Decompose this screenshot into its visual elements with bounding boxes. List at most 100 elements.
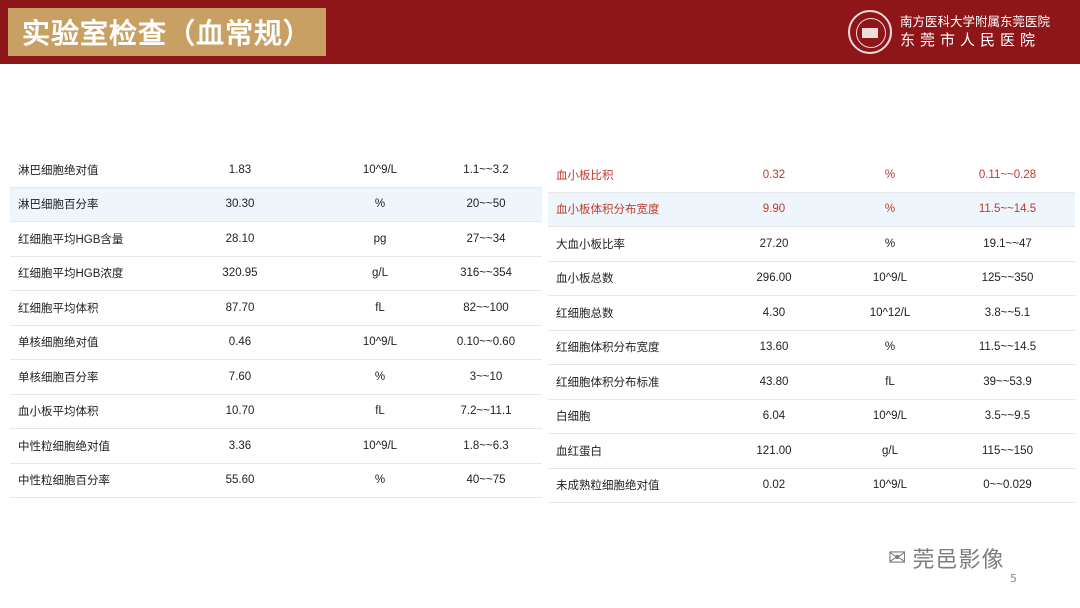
- test-range: 316~~354: [430, 256, 542, 291]
- test-range: 1.8~~6.3: [430, 428, 542, 464]
- test-value: 9.90: [708, 192, 840, 227]
- hospital-name-block: 南方医科大学附属东莞医院 东莞市人民医院: [900, 14, 1050, 50]
- test-range: 82~~100: [430, 290, 542, 326]
- test-value: 320.95: [150, 256, 330, 291]
- test-value: 0.02: [708, 468, 840, 503]
- test-name: 单核细胞百分率: [10, 359, 150, 395]
- test-range: 0.10~~0.60: [430, 325, 542, 360]
- table-row: 红细胞总数 4.30 10^12/L 3.8~~5.1: [548, 295, 1075, 331]
- test-range: 11.5~~14.5: [940, 330, 1075, 365]
- test-value: 1.83: [150, 153, 330, 188]
- test-range: 3.5~~9.5: [940, 399, 1075, 434]
- table-row: 大血小板比率 27.20% 19.1~~47: [548, 226, 1075, 262]
- test-name: 单核细胞绝对值: [10, 325, 150, 360]
- test-name: 淋巴细胞绝对值: [10, 153, 150, 188]
- table-row: 血小板体积分布宽度 9.90% 11.5~~14.5: [548, 192, 1075, 227]
- test-name: 中性粒细胞绝对值: [10, 428, 150, 464]
- test-range: 7.2~~11.1: [430, 394, 542, 429]
- hospital-logo: 南方医科大学附属东莞医院 东莞市人民医院: [848, 8, 1068, 56]
- test-unit: fL: [840, 364, 940, 400]
- test-value: 121.00: [708, 433, 840, 469]
- watermark-text: 莞邑影像: [912, 548, 1005, 573]
- table-row: 淋巴细胞绝对值 1.83 10^9/L 1.1~~3.2: [10, 153, 542, 188]
- test-name: 血红蛋白: [548, 433, 708, 469]
- test-name: 白细胞: [548, 399, 708, 434]
- test-name: 淋巴细胞百分率: [10, 187, 150, 222]
- test-range: 27~~34: [430, 221, 542, 257]
- test-name: 血小板总数: [548, 261, 708, 296]
- test-range: 0~~0.029: [940, 468, 1075, 503]
- test-value: 0.46: [150, 325, 330, 360]
- slide-title: 实验室检查（血常规）: [22, 17, 313, 50]
- test-range: 0.11~~0.28: [940, 158, 1075, 193]
- test-unit: 10^9/L: [840, 468, 940, 503]
- test-value: 30.30: [150, 187, 330, 222]
- test-unit: 10^12/L: [840, 295, 940, 331]
- test-range: 39~~53.9: [940, 364, 1075, 400]
- wechat-icon: ✉: [888, 545, 907, 571]
- test-unit: g/L: [330, 256, 430, 291]
- test-name: 大血小板比率: [548, 226, 708, 262]
- table-row: 血红蛋白 121.00 g/L 115~~150: [548, 433, 1075, 469]
- test-range: 11.5~~14.5: [940, 192, 1075, 227]
- test-value: 3.36: [150, 428, 330, 464]
- test-range: 40~~75: [430, 463, 542, 498]
- test-value: 28.10: [150, 221, 330, 257]
- test-value: 87.70: [150, 290, 330, 326]
- test-unit: %: [840, 330, 940, 365]
- test-range: 115~~150: [940, 433, 1075, 469]
- test-value: 296.00: [708, 261, 840, 296]
- test-name: 血小板体积分布宽度: [548, 192, 708, 227]
- test-unit: %: [840, 226, 940, 262]
- table-row: 单核细胞绝对值 0.46 10^9/L 0.10~~0.60: [10, 325, 542, 360]
- test-name: 红细胞体积分布标准: [548, 364, 708, 400]
- test-range: 20~~50: [430, 187, 542, 222]
- test-name: 红细胞平均体积: [10, 290, 150, 326]
- table-row: 中性粒细胞绝对值 3.36 10^9/L 1.8~~6.3: [10, 428, 542, 464]
- test-unit: %: [840, 158, 940, 193]
- test-value: 27.20: [708, 226, 840, 262]
- slide-header: 实验室检查（血常规） 南方医科大学附属东莞医院 东莞市人民医院: [0, 0, 1080, 64]
- hospital-name-line1: 南方医科大学附属东莞医院: [900, 14, 1051, 29]
- test-unit: %: [330, 463, 430, 498]
- test-name: 红细胞总数: [548, 295, 708, 331]
- table-row: 白细胞 6.04 10^9/L 3.5~~9.5: [548, 399, 1075, 434]
- page-number: 5: [1010, 572, 1017, 585]
- test-unit: %: [840, 192, 940, 227]
- test-value: 10.70: [150, 394, 330, 429]
- test-value: 6.04: [708, 399, 840, 434]
- watermark: ✉ 莞邑影像: [888, 542, 1004, 574]
- test-value: 55.60: [150, 463, 330, 498]
- table-row: 未成熟粒细胞绝对值 0.02 10^9/L 0~~0.029: [548, 468, 1075, 503]
- test-name: 中性粒细胞百分率: [10, 463, 150, 498]
- test-name: 血小板比积: [548, 158, 708, 193]
- table-row: 红细胞体积分布宽度 13.60% 11.5~~14.5: [548, 330, 1075, 365]
- test-name: 红细胞平均HGB含量: [10, 221, 150, 257]
- test-unit: fL: [330, 394, 430, 429]
- test-value: 4.30: [708, 295, 840, 331]
- test-range: 3~~10: [430, 359, 542, 395]
- test-value: 7.60: [150, 359, 330, 395]
- test-unit: %: [330, 187, 430, 222]
- table-row: 红细胞平均HGB含量 28.10 pg 27~~34: [10, 221, 542, 257]
- test-unit: 10^9/L: [330, 428, 430, 464]
- test-value: 43.80: [708, 364, 840, 400]
- test-unit: pg: [330, 221, 430, 257]
- test-name: 红细胞体积分布宽度: [548, 330, 708, 365]
- test-range: 125~~350: [940, 261, 1075, 296]
- test-name: 红细胞平均HGB浓度: [10, 256, 150, 291]
- table-row: 单核细胞百分率 7.60% 3~~10: [10, 359, 542, 395]
- test-unit: g/L: [840, 433, 940, 469]
- hospital-seal-icon: [848, 10, 892, 54]
- table-row: 红细胞体积分布标准 43.80 fL 39~~53.9: [548, 364, 1075, 400]
- test-unit: 10^9/L: [330, 325, 430, 360]
- test-value: 13.60: [708, 330, 840, 365]
- table-row: 血小板比积 0.32% 0.11~~0.28: [548, 158, 1075, 193]
- test-unit: 10^9/L: [330, 153, 430, 188]
- table-row: 中性粒细胞百分率 55.60% 40~~75: [10, 463, 542, 498]
- table-row: 红细胞平均体积 87.70 fL 82~~100: [10, 290, 542, 326]
- test-range: 1.1~~3.2: [430, 153, 542, 188]
- title-banner: 实验室检查（血常规）: [8, 8, 327, 56]
- test-range: 3.8~~5.1: [940, 295, 1075, 331]
- table-row: 血小板总数 296.00 10^9/L 125~~350: [548, 261, 1075, 296]
